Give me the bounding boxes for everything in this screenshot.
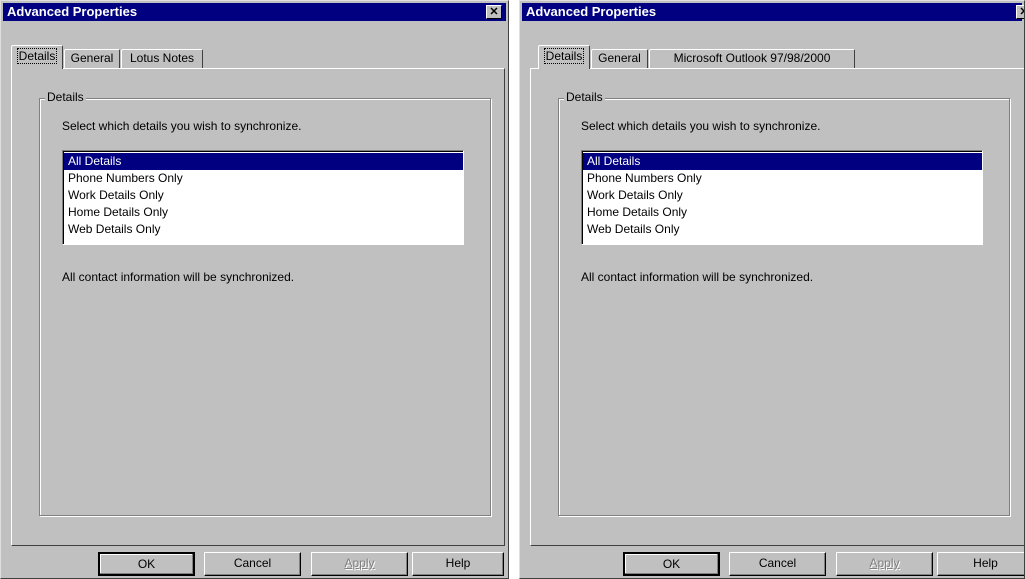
tab-general-label: General — [598, 51, 641, 65]
close-icon[interactable]: ✕ — [1016, 5, 1024, 19]
list-item-home-details[interactable]: Home Details Only — [583, 204, 982, 221]
apply-button-label: Apply — [344, 556, 375, 570]
help-button[interactable]: Help — [412, 552, 504, 576]
advanced-properties-dialog-lotus: Advanced Properties ✕ Details General Lo… — [0, 0, 509, 579]
tab-details[interactable]: Details — [538, 45, 590, 69]
groupbox-label: Details — [564, 90, 605, 104]
list-item-web-details[interactable]: Web Details Only — [583, 221, 982, 238]
dialog-title: Advanced Properties — [522, 3, 1022, 21]
dialog-title: Advanced Properties — [3, 3, 506, 21]
advanced-properties-dialog-outlook: Advanced Properties ✕ Details General Mi… — [519, 0, 1025, 579]
cancel-button[interactable]: Cancel — [729, 552, 826, 576]
tab-microsoft-outlook-label: Microsoft Outlook 97/98/2000 — [673, 51, 831, 65]
list-item-web-details[interactable]: Web Details Only — [64, 221, 463, 238]
tab-details-label: Details — [543, 48, 585, 64]
list-item-all-details[interactable]: All Details — [64, 153, 463, 170]
tab-general[interactable]: General — [591, 49, 648, 68]
list-item-work-details[interactable]: Work Details Only — [64, 187, 463, 204]
cancel-button[interactable]: Cancel — [204, 552, 301, 576]
list-item-home-details[interactable]: Home Details Only — [64, 204, 463, 221]
ok-button[interactable]: OK — [623, 552, 720, 576]
list-item-work-details[interactable]: Work Details Only — [583, 187, 982, 204]
apply-button[interactable]: Apply — [311, 552, 408, 576]
sync-prompt: Select which details you wish to synchro… — [581, 119, 821, 133]
tab-lotus-notes-label: Lotus Notes — [129, 51, 195, 65]
details-listbox[interactable]: All Details Phone Numbers Only Work Deta… — [62, 150, 464, 245]
tab-general-label: General — [70, 51, 114, 65]
tab-details[interactable]: Details — [11, 45, 63, 69]
list-item-all-details[interactable]: All Details — [583, 153, 982, 170]
tab-details-label: Details — [16, 48, 58, 64]
details-listbox[interactable]: All Details Phone Numbers Only Work Deta… — [581, 150, 983, 245]
apply-button-label: Apply — [869, 556, 900, 570]
apply-button[interactable]: Apply — [836, 552, 933, 576]
help-button[interactable]: Help — [937, 552, 1024, 576]
tab-panel: Details Select which details you wish to… — [11, 68, 505, 546]
tab-lotus-notes[interactable]: Lotus Notes — [121, 49, 203, 68]
list-item-phone-numbers[interactable]: Phone Numbers Only — [583, 170, 982, 187]
close-icon[interactable]: ✕ — [486, 5, 502, 19]
tab-general[interactable]: General — [64, 49, 120, 68]
sync-prompt: Select which details you wish to synchro… — [62, 119, 302, 133]
sync-status-text: All contact information will be synchron… — [62, 270, 295, 284]
ok-button[interactable]: OK — [98, 552, 195, 576]
tab-panel: Details Select which details you wish to… — [530, 68, 1024, 546]
tab-microsoft-outlook[interactable]: Microsoft Outlook 97/98/2000 — [649, 49, 855, 68]
groupbox-label: Details — [45, 90, 86, 104]
list-item-phone-numbers[interactable]: Phone Numbers Only — [64, 170, 463, 187]
sync-status-text: All contact information will be synchron… — [581, 270, 814, 284]
